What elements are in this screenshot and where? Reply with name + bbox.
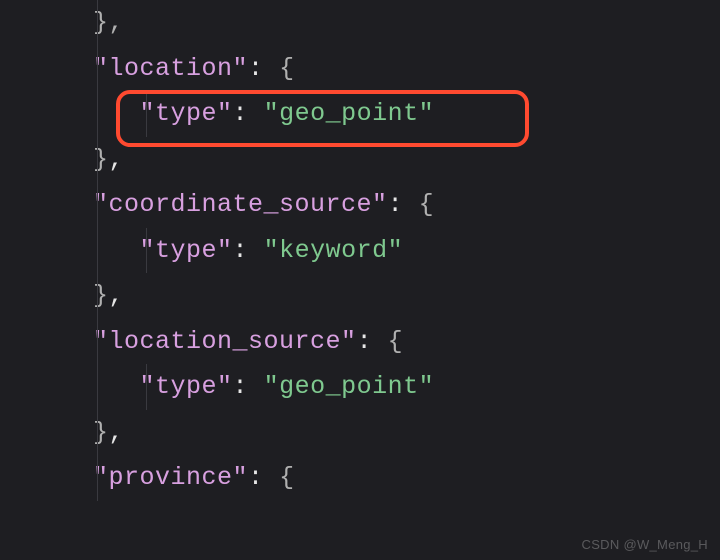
code-line: }, [0,0,720,46]
json-key: "type" [140,99,233,128]
json-string: "geo_point" [264,99,435,128]
close-brace: } [93,281,109,310]
code-line: "location_source": { [0,319,720,365]
code-line: }, [0,273,720,319]
json-key: "type" [140,236,233,265]
json-string: "geo_point" [264,372,435,401]
code-line: "location": { [0,46,720,92]
open-brace: { [279,463,295,492]
json-key: "coordinate_source" [93,190,388,219]
colon: : [233,236,264,265]
colon: : [248,54,279,83]
code-line: }, [0,137,720,183]
colon: : [233,372,264,401]
open-brace: { [388,327,404,356]
watermark: CSDN @W_Meng_H [582,537,708,552]
code-line: "coordinate_source": { [0,182,720,228]
close-brace: } [93,418,109,447]
json-key: "location" [93,54,248,83]
colon: : [233,99,264,128]
code-line: }, [0,410,720,456]
colon: : [388,190,419,219]
close-brace: } [93,145,109,174]
code-line-highlighted: "type": "geo_point" [0,91,720,137]
code-line: "type": "geo_point" [0,364,720,410]
comma: , [109,145,125,174]
json-string: "keyword" [264,236,404,265]
json-key: "location_source" [93,327,357,356]
json-key: "type" [140,372,233,401]
comma: , [109,418,125,447]
colon: : [357,327,388,356]
open-brace: { [419,190,435,219]
code-editor: }, "location": { "type": "geo_point" }, … [0,0,720,501]
code-line: "type": "keyword" [0,228,720,274]
comma: , [109,281,125,310]
code-line: "province": { [0,455,720,501]
open-brace: { [279,54,295,83]
colon: : [248,463,279,492]
json-key: "province" [93,463,248,492]
